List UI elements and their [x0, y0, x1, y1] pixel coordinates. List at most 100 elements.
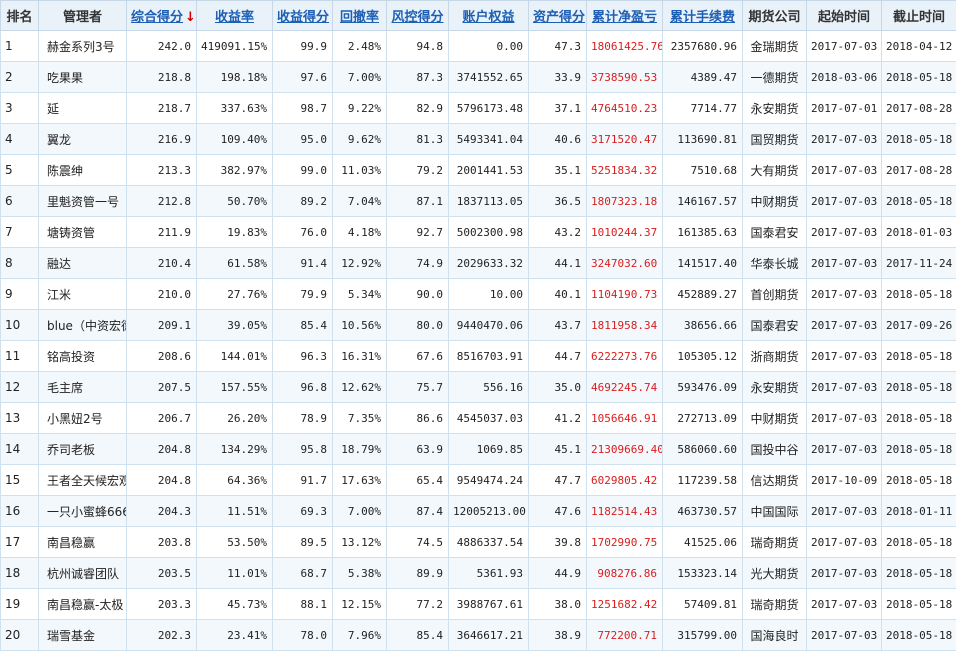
- cell-rank: 19: [1, 589, 39, 620]
- cell-account-equity: 2001441.53: [449, 155, 529, 186]
- cell-start-date: 2017-07-01: [807, 93, 882, 124]
- cell-rank: 13: [1, 403, 39, 434]
- table-row: 18杭州诚睿团队203.511.01%68.75.38%89.95361.934…: [1, 558, 956, 589]
- cell-net-profit: 6029805.42: [587, 465, 663, 496]
- table-row: 4翼龙216.9109.40%95.09.62%81.35493341.0440…: [1, 124, 956, 155]
- cell-fees: 38656.66: [663, 310, 743, 341]
- cell-fees: 161385.63: [663, 217, 743, 248]
- cell-risk-score: 65.4: [387, 465, 449, 496]
- cell-return-rate: 19.83%: [197, 217, 273, 248]
- cell-composite-score: 204.8: [127, 465, 197, 496]
- cell-return-score: 91.4: [273, 248, 333, 279]
- header-risk-score[interactable]: 风控得分: [387, 1, 449, 31]
- cell-fees: 41525.06: [663, 527, 743, 558]
- cell-composite-score: 209.1: [127, 310, 197, 341]
- cell-fees: 2357680.96: [663, 31, 743, 62]
- cell-return-rate: 419091.15%: [197, 31, 273, 62]
- table-row: 14乔司老板204.8134.29%95.818.79%63.91069.854…: [1, 434, 956, 465]
- cell-fees: 452889.27: [663, 279, 743, 310]
- cell-fees: 7510.68: [663, 155, 743, 186]
- cell-start-date: 2017-07-03: [807, 496, 882, 527]
- header-label: 起始时间: [818, 10, 870, 25]
- table-row: 19南昌稳赢-太极203.345.73%88.112.15%77.2398876…: [1, 589, 956, 620]
- cell-drawdown-rate: 12.15%: [333, 589, 387, 620]
- cell-asset-score: 45.1: [529, 434, 587, 465]
- cell-drawdown-rate: 13.12%: [333, 527, 387, 558]
- cell-risk-score: 74.5: [387, 527, 449, 558]
- header-account-equity[interactable]: 账户权益: [449, 1, 529, 31]
- cell-futures-company: 国泰君安: [743, 310, 807, 341]
- cell-start-date: 2017-07-03: [807, 124, 882, 155]
- cell-return-score: 97.6: [273, 62, 333, 93]
- table-row: 15王者全天候宏观204.864.36%91.717.63%65.4954947…: [1, 465, 956, 496]
- table-row: 2吃果果218.8198.18%97.67.00%87.33741552.653…: [1, 62, 956, 93]
- cell-futures-company: 永安期货: [743, 372, 807, 403]
- header-fees[interactable]: 累计手续费: [663, 1, 743, 31]
- cell-rank: 6: [1, 186, 39, 217]
- cell-rank: 14: [1, 434, 39, 465]
- cell-rank: 11: [1, 341, 39, 372]
- cell-risk-score: 87.1: [387, 186, 449, 217]
- cell-manager: 王者全天候宏观: [39, 465, 127, 496]
- header-asset-score[interactable]: 资产得分: [529, 1, 587, 31]
- header-return-rate[interactable]: 收益率: [197, 1, 273, 31]
- cell-rank: 1: [1, 31, 39, 62]
- cell-rank: 9: [1, 279, 39, 310]
- cell-account-equity: 9440470.06: [449, 310, 529, 341]
- cell-end-date: 2018-05-18: [882, 124, 956, 155]
- cell-drawdown-rate: 17.63%: [333, 465, 387, 496]
- cell-futures-company: 一德期货: [743, 62, 807, 93]
- cell-return-rate: 45.73%: [197, 589, 273, 620]
- cell-manager: 里魁资管一号: [39, 186, 127, 217]
- cell-manager: 乔司老板: [39, 434, 127, 465]
- cell-manager: 南昌稳赢: [39, 527, 127, 558]
- table-row: 16一只小蜜蜂666204.311.51%69.37.00%87.4120052…: [1, 496, 956, 527]
- header-label: 管理者: [63, 10, 102, 25]
- header-label: 综合得分: [131, 10, 183, 25]
- cell-rank: 17: [1, 527, 39, 558]
- cell-asset-score: 36.5: [529, 186, 587, 217]
- cell-account-equity: 5493341.04: [449, 124, 529, 155]
- ranking-table: 排名管理者综合得分↓收益率收益得分回撤率风控得分账户权益资产得分累计净盈亏累计手…: [0, 0, 956, 651]
- table-row: 17南昌稳赢203.853.50%89.513.12%74.54886337.5…: [1, 527, 956, 558]
- cell-manager: 杭州诚睿团队: [39, 558, 127, 589]
- cell-asset-score: 44.7: [529, 341, 587, 372]
- cell-return-rate: 64.36%: [197, 465, 273, 496]
- cell-account-equity: 9549474.24: [449, 465, 529, 496]
- cell-account-equity: 3741552.65: [449, 62, 529, 93]
- cell-end-date: 2018-05-18: [882, 403, 956, 434]
- header-composite-score[interactable]: 综合得分↓: [127, 1, 197, 31]
- header-label: 累计净盈亏: [592, 10, 657, 25]
- header-start-date: 起始时间: [807, 1, 882, 31]
- cell-risk-score: 75.7: [387, 372, 449, 403]
- cell-net-profit: 1702990.75: [587, 527, 663, 558]
- header-drawdown-rate[interactable]: 回撤率: [333, 1, 387, 31]
- cell-return-score: 96.8: [273, 372, 333, 403]
- header-return-score[interactable]: 收益得分: [273, 1, 333, 31]
- cell-composite-score: 203.5: [127, 558, 197, 589]
- cell-rank: 16: [1, 496, 39, 527]
- cell-composite-score: 207.5: [127, 372, 197, 403]
- cell-end-date: 2018-05-18: [882, 279, 956, 310]
- cell-fees: 113690.81: [663, 124, 743, 155]
- cell-risk-score: 82.9: [387, 93, 449, 124]
- cell-net-profit: 1807323.18: [587, 186, 663, 217]
- cell-account-equity: 4545037.03: [449, 403, 529, 434]
- cell-end-date: 2018-01-11: [882, 496, 956, 527]
- cell-composite-score: 242.0: [127, 31, 197, 62]
- cell-composite-score: 210.0: [127, 279, 197, 310]
- table-row: 8融达210.461.58%91.412.92%74.92029633.3244…: [1, 248, 956, 279]
- cell-return-rate: 26.20%: [197, 403, 273, 434]
- cell-end-date: 2018-05-18: [882, 465, 956, 496]
- table-row: 7塘铸资管211.919.83%76.04.18%92.75002300.984…: [1, 217, 956, 248]
- cell-futures-company: 国投中谷: [743, 434, 807, 465]
- header-net-profit[interactable]: 累计净盈亏: [587, 1, 663, 31]
- cell-drawdown-rate: 2.48%: [333, 31, 387, 62]
- cell-return-score: 88.1: [273, 589, 333, 620]
- cell-account-equity: 2029633.32: [449, 248, 529, 279]
- cell-return-score: 99.9: [273, 31, 333, 62]
- cell-net-profit: 3247032.60: [587, 248, 663, 279]
- header-label: 账户权益: [462, 10, 514, 25]
- cell-asset-score: 38.0: [529, 589, 587, 620]
- table-row: 5陈震绅213.3382.97%99.011.03%79.22001441.53…: [1, 155, 956, 186]
